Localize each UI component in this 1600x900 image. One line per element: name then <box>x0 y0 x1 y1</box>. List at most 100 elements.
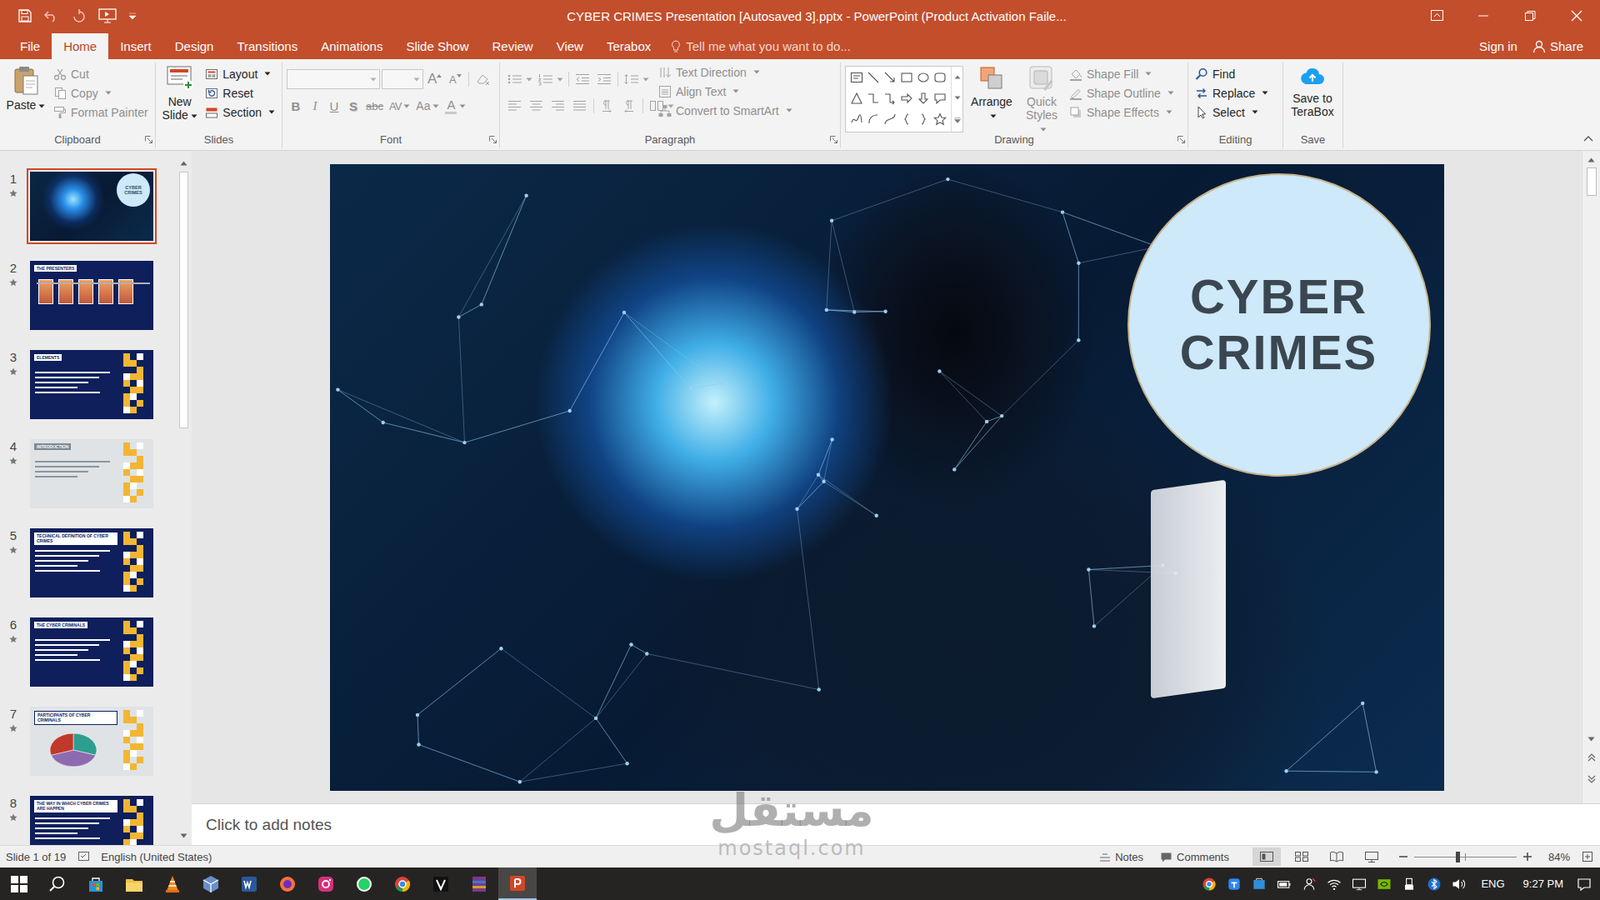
close-button[interactable] <box>1553 0 1600 32</box>
shape-item[interactable] <box>850 112 864 126</box>
shape-effects-button[interactable]: Shape Effects <box>1066 102 1177 122</box>
font-size-field[interactable] <box>381 69 424 90</box>
indent-more-button[interactable] <box>593 68 615 90</box>
indent-less-button[interactable] <box>571 68 594 90</box>
sign-in-link[interactable]: Sign in <box>1479 39 1518 54</box>
section-button[interactable]: Section <box>202 102 278 122</box>
grow-button[interactable]: A <box>425 68 445 90</box>
clock[interactable]: 9:27 PM <box>1523 877 1564 890</box>
search-taskbar-button[interactable] <box>38 867 77 900</box>
copy-button[interactable]: Copy <box>50 83 151 103</box>
new-slide-button[interactable]: New Slide <box>160 62 200 130</box>
powerpoint-taskbar-button[interactable] <box>498 867 537 900</box>
collapse-ribbon-button[interactable] <box>1583 130 1594 145</box>
reset-button[interactable]: Reset <box>202 83 278 103</box>
undo-button[interactable] <box>43 9 60 23</box>
bluetooth-tray-button[interactable] <box>1424 871 1445 897</box>
cut-button[interactable]: Cut <box>50 64 151 84</box>
font-name-field[interactable] <box>286 69 380 90</box>
rtl-button[interactable] <box>618 95 640 117</box>
ribbon-display-button[interactable] <box>1413 0 1460 32</box>
shadow-button[interactable]: S <box>344 95 363 117</box>
notes-pane[interactable]: Click to add notes <box>191 803 1600 845</box>
paste-button[interactable]: Paste <box>4 62 48 130</box>
spell-check-button[interactable] <box>77 850 91 863</box>
wifi-tray-button[interactable] <box>1324 871 1345 897</box>
find-button[interactable]: Find <box>1192 64 1271 84</box>
zoom-out-button[interactable] <box>1399 852 1408 861</box>
ribbon-tab[interactable]: Animations <box>309 33 395 60</box>
ribbon-tab[interactable]: Transitions <box>225 33 310 60</box>
zoom-level[interactable]: 84% <box>1548 850 1570 864</box>
align-left-button[interactable] <box>504 95 526 117</box>
vlc-taskbar-button[interactable] <box>153 867 192 900</box>
slide-thumbnail[interactable]: THE CYBER CRIMINALS <box>26 614 157 690</box>
strike-button[interactable]: abc <box>363 95 386 117</box>
store-taskbar-button[interactable] <box>76 867 115 900</box>
bold-button[interactable]: B <box>286 95 305 117</box>
whatsapp-taskbar-button[interactable] <box>345 867 384 900</box>
save-button[interactable] <box>18 9 32 23</box>
shape-item[interactable] <box>900 112 914 126</box>
store-tray-button[interactable] <box>1249 871 1270 897</box>
shape-item[interactable] <box>916 112 930 126</box>
chrome-taskbar-button[interactable] <box>383 867 422 900</box>
ribbon-tab[interactable]: Home <box>51 33 109 60</box>
convert-to-smartart-button[interactable]: Convert to SmartArt <box>655 100 795 120</box>
usb-tray-button[interactable] <box>1399 871 1420 897</box>
select-button[interactable]: Select <box>1192 102 1271 122</box>
spacing-button[interactable]: AV <box>386 95 413 117</box>
ribbon-tab[interactable]: Slide Show <box>394 33 480 60</box>
shrink-button[interactable]: A <box>445 68 465 90</box>
chrome-tray-button[interactable] <box>1199 871 1220 897</box>
slide-thumbnail[interactable]: THE WAY IN WHICH CYBER CRIMES ARE HAPPEN <box>26 792 157 845</box>
shape-fill-button[interactable]: Shape Fill <box>1066 64 1177 84</box>
align-center-button[interactable] <box>525 95 548 117</box>
ribbon-tab[interactable]: File <box>8 33 52 60</box>
share-button[interactable]: Share <box>1532 39 1584 54</box>
vegas-taskbar-button[interactable] <box>421 867 460 900</box>
shape-item[interactable] <box>933 70 947 85</box>
ribbon-tab[interactable]: View <box>545 33 595 60</box>
shape-item[interactable] <box>883 112 897 126</box>
slideshow-view-button[interactable] <box>1357 847 1386 866</box>
minimize-button[interactable] <box>1460 0 1507 32</box>
shape-item[interactable] <box>850 91 864 105</box>
quick-styles-button[interactable]: Quick Styles <box>1020 62 1064 130</box>
volume-tray-button[interactable] <box>1449 871 1470 897</box>
restore-button[interactable] <box>1506 0 1554 32</box>
redo-button[interactable] <box>71 9 87 23</box>
customize-button[interactable] <box>128 11 137 20</box>
zoom-in-button[interactable] <box>1523 852 1532 861</box>
justify-button[interactable] <box>569 95 591 117</box>
people-tray-button[interactable] <box>1299 871 1320 897</box>
tell-me-search[interactable]: Tell me what you want to do... <box>662 33 851 60</box>
shape-item[interactable] <box>900 91 914 105</box>
language-indicator[interactable]: English (United States) <box>100 850 212 864</box>
start-taskbar-button[interactable] <box>0 867 39 900</box>
italic-button[interactable]: I <box>305 95 325 117</box>
slide-title[interactable]: CYBER CRIMES <box>1154 269 1405 380</box>
normal-view-button[interactable] <box>1252 847 1281 866</box>
slide-thumbnail[interactable]: THE PRESENTERS <box>26 257 157 334</box>
slide-thumbnail[interactable]: INTRODUCTION <box>26 435 157 512</box>
slide-thumbnail[interactable]: ELEMENTS <box>26 346 157 423</box>
shape-outline-button[interactable]: Shape Outline <box>1066 83 1177 103</box>
underline-button[interactable]: U <box>325 95 344 117</box>
reading-view-button[interactable] <box>1322 847 1351 866</box>
numbering-button[interactable] <box>535 68 566 90</box>
zoom-slider[interactable] <box>1414 850 1517 863</box>
ribbon-tab[interactable]: Design <box>163 33 226 60</box>
color-button[interactable]: A <box>442 95 469 117</box>
shape-item[interactable] <box>916 91 930 105</box>
explorer-taskbar-button[interactable] <box>115 867 154 900</box>
ribbon-tab[interactable]: Insert <box>108 33 164 60</box>
align-text-button[interactable]: Align Text <box>655 81 795 101</box>
previous-slide-button[interactable] <box>1587 750 1596 765</box>
text-direction-button[interactable]: Text Direction <box>655 62 795 82</box>
shape-item[interactable] <box>866 91 880 105</box>
shape-item[interactable] <box>933 112 947 126</box>
slide-thumbnail[interactable]: TECHNICAL DEFINITION OF CYBER CRIMES <box>26 525 157 601</box>
bullets-button[interactable] <box>504 68 535 90</box>
shape-item[interactable] <box>850 70 864 85</box>
